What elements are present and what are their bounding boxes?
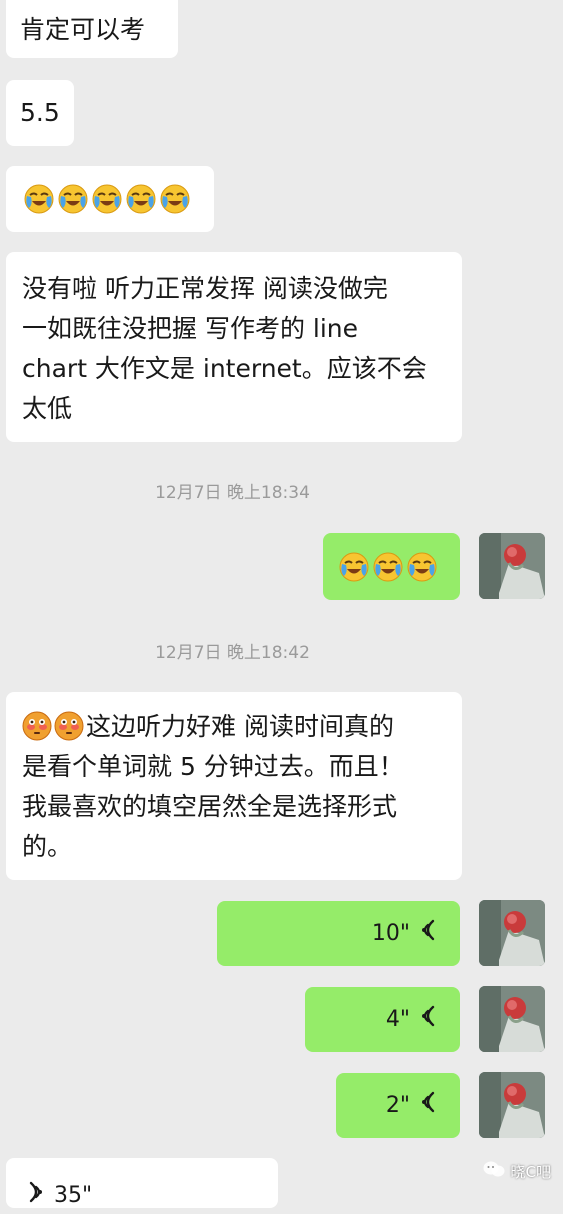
wechat-logo-icon — [483, 1160, 505, 1182]
message-timestamp: 12月7日 晚上18:34 — [155, 483, 310, 503]
flushed-face-emoji — [54, 711, 84, 741]
emoji-row — [24, 184, 214, 214]
voice-wave-icon — [418, 1088, 436, 1124]
flushed-face-emoji — [22, 711, 52, 741]
crying-laughing-emoji — [24, 184, 54, 214]
crying-laughing-emoji — [339, 552, 369, 582]
message-text-line: 是看个单词就 5 分钟过去。而且！ — [22, 752, 404, 781]
crying-laughing-emoji — [58, 184, 88, 214]
voice-message-bubble[interactable]: 2" — [336, 1073, 460, 1138]
message-text-line: 没有啦 听力正常发挥 阅读没做完 — [22, 274, 388, 303]
crying-laughing-emoji — [373, 552, 403, 582]
message-text: 这边听力好难 阅读时间真的 — [86, 712, 394, 741]
avatar[interactable] — [479, 900, 545, 966]
voice-message-bubble[interactable]: 35" — [6, 1158, 278, 1208]
message-text-line: 一如既往没把握 写作考的 line — [22, 314, 359, 343]
voice-duration: 4" — [385, 1006, 410, 1032]
crying-laughing-emoji — [126, 184, 156, 214]
voice-duration: 2" — [385, 1092, 410, 1118]
voice-wave-icon — [418, 916, 436, 952]
message-bubble-received[interactable]: 这边听力好难 阅读时间真的 是看个单词就 5 分钟过去。而且！ 我最喜欢的填空居… — [6, 692, 462, 880]
watermark: 晓C吧 — [483, 1160, 551, 1182]
crying-laughing-emoji — [92, 184, 122, 214]
avatar[interactable] — [479, 533, 545, 599]
message-text-line: chart 大作文是 internet。应该不会 — [22, 354, 427, 383]
voice-wave-icon — [418, 1002, 436, 1038]
voice-message-bubble[interactable]: 4" — [305, 987, 460, 1052]
message-text-line: 的。 — [22, 832, 73, 861]
message-text-line: 太低 — [22, 394, 73, 423]
message-text-line: 这边听力好难 阅读时间真的 — [22, 707, 446, 747]
message-bubble-received[interactable]: 肯定可以考 — [6, 0, 178, 58]
message-bubble-received[interactable]: 5.5 — [6, 80, 74, 146]
avatar[interactable] — [479, 986, 545, 1052]
voice-wave-icon — [28, 1178, 46, 1214]
message-timestamp: 12月7日 晚上18:42 — [155, 643, 310, 663]
avatar[interactable] — [479, 1072, 545, 1138]
message-text-line: 我最喜欢的填空居然全是选择形式 — [22, 792, 398, 821]
voice-duration: 35" — [54, 1183, 93, 1208]
message-text: 肯定可以考 — [20, 15, 146, 44]
message-bubble-sent[interactable] — [323, 533, 460, 600]
watermark-text: 晓C吧 — [510, 1162, 551, 1181]
message-text: 5.5 — [20, 98, 60, 127]
message-bubble-received[interactable] — [6, 166, 214, 232]
voice-message-bubble[interactable]: 10" — [217, 901, 460, 966]
crying-laughing-emoji — [160, 184, 190, 214]
message-bubble-received[interactable]: 没有啦 听力正常发挥 阅读没做完 一如既往没把握 写作考的 line chart… — [6, 252, 462, 442]
crying-laughing-emoji — [407, 552, 437, 582]
voice-duration: 10" — [371, 920, 410, 946]
emoji-row — [339, 552, 460, 582]
